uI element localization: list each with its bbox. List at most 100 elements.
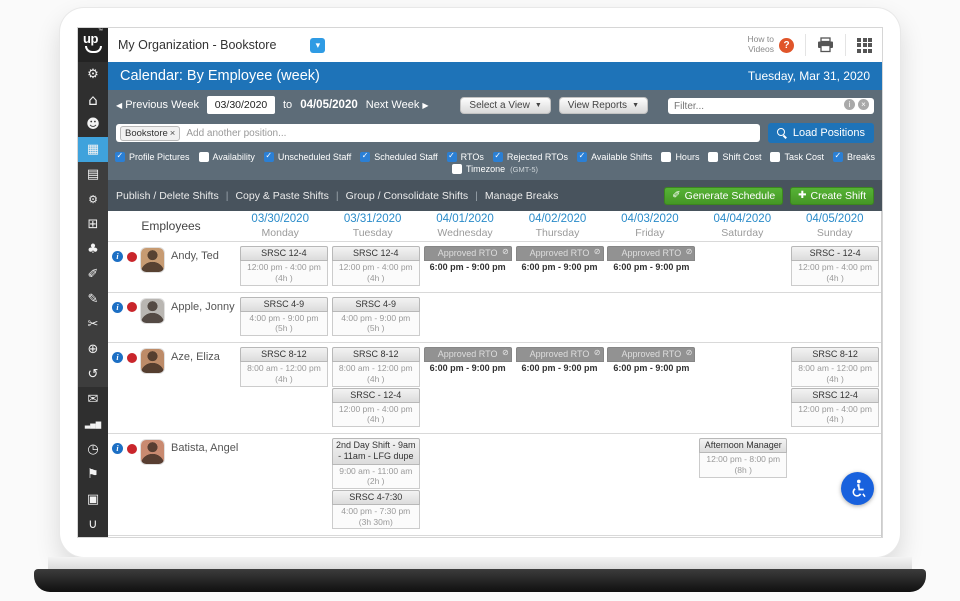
day-cell[interactable]: Approved RTO ⊘ 6:00 pm - 9:00 pm [422, 347, 514, 427]
home-icon[interactable]: ⌂ [78, 87, 108, 112]
position-field[interactable]: Bookstore × Add another position... [116, 124, 760, 142]
action-link-manage-breaks[interactable]: Manage Breaks [485, 190, 559, 202]
rto-cell[interactable]: Approved RTO ⊘ 6:00 pm - 9:00 pm [607, 246, 696, 275]
action-link-publish-delete-shifts[interactable]: Publish / Delete Shifts [116, 190, 219, 202]
shift-planning-icon[interactable]: ▤ [78, 162, 108, 187]
toggle-shift-cost[interactable]: Shift Cost [708, 152, 761, 162]
day-cell[interactable] [238, 438, 330, 529]
org-selector[interactable]: My Organization - Bookstore [118, 38, 276, 52]
help-icon[interactable]: ? [779, 37, 794, 53]
reports-chart-icon[interactable]: ▃▅▇ [78, 412, 108, 437]
settings-gear-icon[interactable]: ⚙ [78, 62, 108, 87]
info-icon[interactable]: i [112, 301, 123, 313]
shift-cell[interactable]: SRSC 4-9 4:00 pm - 9:00 pm (5h ) [331, 296, 420, 336]
shift-cell[interactable]: SRSC - 12-4 12:00 pm - 4:00 pm (4h ) [331, 387, 420, 427]
shift-cell[interactable]: Afternoon Manager 12:00 pm - 8:00 pm (8h … [699, 438, 788, 478]
day-cell[interactable]: SRSC 12-4 12:00 pm - 4:00 pm (4h ) [330, 246, 422, 286]
toggle-scheduled-staff[interactable]: Scheduled Staff [360, 151, 438, 162]
day-cell[interactable]: SRSC 8-12 8:00 am - 12:00 pm (4h ) SRSC - … [330, 347, 422, 427]
toggle-unscheduled-staff[interactable]: Unscheduled Staff [263, 151, 351, 162]
staff-icon[interactable]: ☻ [78, 112, 108, 137]
shift-cell[interactable]: SRSC 8-12 8:00 am - 12:00 pm (4h ) [239, 347, 328, 387]
info-icon[interactable]: i [112, 443, 123, 454]
toggle-hours[interactable]: Hours [661, 152, 699, 162]
action-link-copy-paste-shifts[interactable]: Copy & Paste Shifts [235, 190, 328, 202]
shift-cell[interactable]: 2nd Day Shift - 9am - 11am - LFG dupe 9:0… [331, 438, 420, 489]
next-week-button[interactable]: Next Week ▶ [366, 99, 429, 111]
rto-cell[interactable]: Approved RTO ⊘ 6:00 pm - 9:00 pm [423, 347, 512, 376]
rto-cell[interactable]: Approved RTO ⊘ 6:00 pm - 9:00 pm [607, 347, 696, 376]
day-cell[interactable]: Approved RTO ⊘ 6:00 pm - 9:00 pm [605, 246, 697, 286]
shift-cell[interactable]: SRSC 12-4 12:00 pm - 4:00 pm (4h ) [331, 246, 420, 286]
compose-icon[interactable]: ✎ [78, 287, 108, 312]
info-icon[interactable]: i [112, 251, 123, 262]
view-reports-button[interactable]: View Reports ▼ [558, 96, 648, 114]
start-date-input[interactable] [207, 96, 275, 114]
day-cell[interactable] [605, 438, 697, 529]
day-cell[interactable]: Afternoon Manager 12:00 pm - 8:00 pm (8h … [697, 438, 789, 529]
day-cell[interactable]: Approved RTO ⊘ 6:00 pm - 9:00 pm [605, 347, 697, 427]
app-logo[interactable]: up™ [78, 28, 108, 62]
load-positions-button[interactable]: Load Positions [767, 123, 874, 143]
add-circle-icon[interactable]: ⊕ [78, 337, 108, 362]
announcements-icon[interactable]: ⚑ [78, 462, 108, 487]
day-cell[interactable] [697, 246, 789, 286]
briefcase-icon[interactable]: ▣ [78, 487, 108, 512]
select-view-button[interactable]: Select a View ▼ [460, 96, 551, 114]
day-cell[interactable] [514, 297, 606, 337]
toggle-breaks[interactable]: Breaks [832, 151, 875, 162]
calendar-icon[interactable]: ▦ [78, 137, 108, 162]
magnet-icon[interactable]: ∪ [78, 512, 108, 537]
day-cell[interactable]: SRSC - 12-4 12:00 pm - 4:00 pm (4h ) [789, 246, 881, 286]
how-to-videos-link[interactable]: How to Videos [748, 34, 774, 55]
shift-cell[interactable]: SRSC 8-12 8:00 am - 12:00 pm (4h ) [791, 347, 880, 387]
day-cell[interactable] [697, 297, 789, 337]
history-icon[interactable]: ↺ [78, 362, 108, 387]
accessibility-button[interactable] [841, 472, 874, 505]
shift-cell[interactable]: SRSC 4-7:30 4:00 pm - 7:30 pm (3h 30m) [331, 489, 420, 530]
day-cell[interactable]: 2nd Day Shift - 9am - 11am - LFG dupe 9:0… [330, 438, 422, 530]
shift-cell[interactable]: SRSC 8-12 8:00 am - 12:00 pm (4h ) [331, 347, 420, 387]
day-cell[interactable]: SRSC 4-9 4:00 pm - 9:00 pm (5h ) [238, 296, 330, 336]
day-cell[interactable] [789, 297, 881, 337]
remove-tag-icon[interactable]: × [170, 128, 176, 139]
day-cell[interactable]: SRSC 8-12 8:00 am - 12:00 pm (4h ) SRSC 12… [789, 347, 881, 427]
filter-clear-icon[interactable]: × [858, 98, 869, 110]
create-shift-button[interactable]: ✚ Create Shift [790, 186, 874, 205]
shift-cell[interactable]: SRSC 12-4 12:00 pm - 4:00 pm (4h ) [239, 246, 328, 286]
time-clock-icon[interactable]: ◷ [78, 437, 108, 462]
print-icon[interactable] [817, 37, 834, 53]
shift-cell[interactable]: SRSC - 12-4 12:00 pm - 4:00 pm (4h ) [791, 246, 880, 286]
day-cell[interactable] [422, 297, 514, 337]
shapes-icon[interactable]: ♣ [78, 237, 108, 262]
generate-schedule-button[interactable]: ✐ Generate Schedule [664, 186, 784, 205]
day-cell[interactable]: SRSC 12-4 12:00 pm - 4:00 pm (4h ) [238, 246, 330, 286]
schedule-settings-icon[interactable]: ⚙ [78, 187, 108, 212]
rto-cell[interactable]: Approved RTO ⊘ 6:00 pm - 9:00 pm [515, 347, 604, 376]
previous-week-button[interactable]: ◀ Previous Week [116, 99, 199, 111]
magic-wand-icon[interactable]: ✐ [78, 262, 108, 287]
grid-view-icon[interactable]: ⊞ [78, 212, 108, 237]
rto-cell[interactable]: Approved RTO ⊘ 6:00 pm - 9:00 pm [423, 246, 512, 275]
messages-icon[interactable]: ✉ [78, 387, 108, 412]
day-cell[interactable]: Approved RTO ⊘ 6:00 pm - 9:00 pm [514, 347, 606, 427]
action-link-group-consolidate-shifts[interactable]: Group / Consolidate Shifts [346, 190, 469, 202]
day-cell[interactable] [605, 297, 697, 337]
info-icon[interactable]: i [112, 352, 123, 363]
filter-info-icon[interactable]: i [844, 98, 855, 110]
toggle-rejected-rtos[interactable]: Rejected RTOs [492, 151, 568, 162]
shift-cell[interactable]: SRSC 4-9 4:00 pm - 9:00 pm (5h ) [239, 296, 328, 336]
day-cell[interactable]: SRSC 8-12 8:00 am - 12:00 pm (4h ) [238, 347, 330, 427]
rto-cell[interactable]: Approved RTO ⊘ 6:00 pm - 9:00 pm [515, 246, 604, 275]
toggle-timezone[interactable]: Timezone (GMT-5) [451, 164, 538, 174]
unlink-icon[interactable]: ✂ [78, 312, 108, 337]
toggle-available-shifts[interactable]: Available Shifts [577, 151, 652, 162]
org-dropdown-caret-icon[interactable]: ▾ [310, 37, 326, 53]
day-cell[interactable]: SRSC 4-9 4:00 pm - 9:00 pm (5h ) [330, 296, 422, 336]
day-cell[interactable] [697, 347, 789, 427]
toggle-availability[interactable]: Availability [198, 152, 255, 162]
toggle-profile-pictures[interactable]: Profile Pictures [115, 151, 190, 162]
day-cell[interactable]: Approved RTO ⊘ 6:00 pm - 9:00 pm [422, 246, 514, 286]
shift-cell[interactable]: SRSC 12-4 12:00 pm - 4:00 pm (4h ) [791, 387, 880, 427]
position-tag-bookstore[interactable]: Bookstore × [120, 125, 181, 141]
